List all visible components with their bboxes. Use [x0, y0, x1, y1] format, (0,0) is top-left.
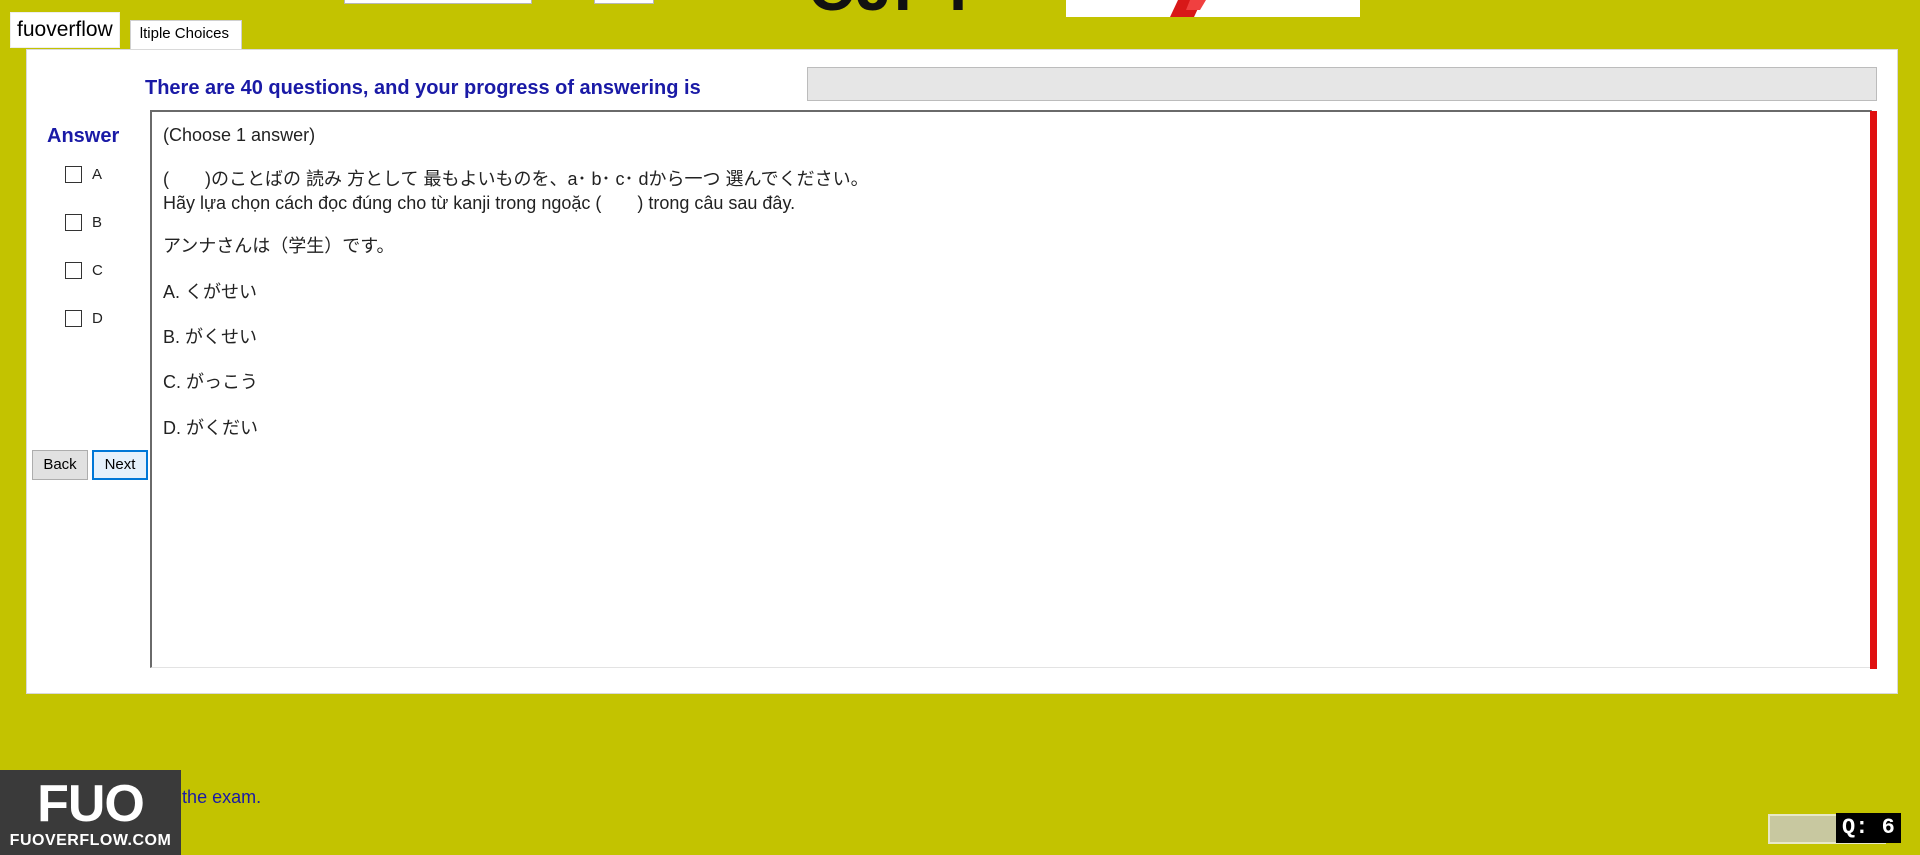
red-scrollbar-indicator	[1870, 111, 1877, 669]
tab-label: ltiple Choices	[139, 25, 229, 42]
option-label: D	[92, 310, 103, 327]
question-box: (Choose 1 answer) ( )のことばの 読み 方として 最もよいも…	[150, 110, 1872, 668]
fuo-logo-text: FUO	[37, 775, 145, 833]
option-label: C	[92, 262, 103, 279]
answer-title: Answer	[47, 125, 120, 147]
question-choice-d: D. がくだい	[163, 418, 259, 438]
question-prompt-vn: Hãy lựa chọn cách đọc đúng cho từ kanji …	[163, 193, 796, 213]
checkbox-d[interactable]	[65, 310, 82, 327]
header-title: CJPT	[808, 0, 980, 14]
logo-graphic	[1170, 0, 1206, 17]
question-prompt-jp: ( )のことばの 読み 方として 最もよいものを、a･ b･ c･ dから一つ …	[163, 169, 869, 189]
question-sentence: アンナさんは（学生）です。	[163, 236, 395, 256]
question-choice-a: A. くがせい	[163, 282, 258, 302]
progress-label: There are 40 questions, and your progres…	[145, 77, 701, 99]
question-instruction: (Choose 1 answer)	[163, 125, 316, 145]
back-button[interactable]: Back	[32, 450, 88, 480]
question-counter: Q: 6	[1836, 813, 1901, 843]
logo-image	[1066, 0, 1360, 17]
fuo-site-text: FUOVERFLOW.COM	[9, 832, 172, 849]
checkbox-c[interactable]	[65, 262, 82, 279]
question-choice-b: B. がくせい	[163, 327, 258, 347]
checkbox-b[interactable]	[65, 214, 82, 231]
progress-bar	[807, 67, 1877, 101]
fuo-badge: FUO FUOVERFLOW.COM	[0, 770, 181, 855]
answer-option-c[interactable]: C	[65, 262, 103, 310]
top-small-field[interactable]	[594, 0, 654, 4]
next-button[interactable]: Next	[92, 450, 148, 480]
answer-option-a[interactable]: A	[65, 166, 103, 214]
option-label: A	[92, 166, 103, 183]
header-title-wrap: CJPT	[808, 0, 980, 14]
top-input-field[interactable]	[344, 0, 532, 4]
question-choice-c: C. がっこう	[163, 372, 259, 392]
watermark-label: fuoverflow	[10, 12, 120, 48]
tab-multiple-choices[interactable]: ltiple Choices	[130, 20, 242, 50]
checkbox-a[interactable]	[65, 166, 82, 183]
answer-option-d[interactable]: D	[65, 310, 103, 358]
answer-option-b[interactable]: B	[65, 214, 103, 262]
option-label: B	[92, 214, 103, 231]
answer-options: A B C D	[65, 166, 103, 358]
